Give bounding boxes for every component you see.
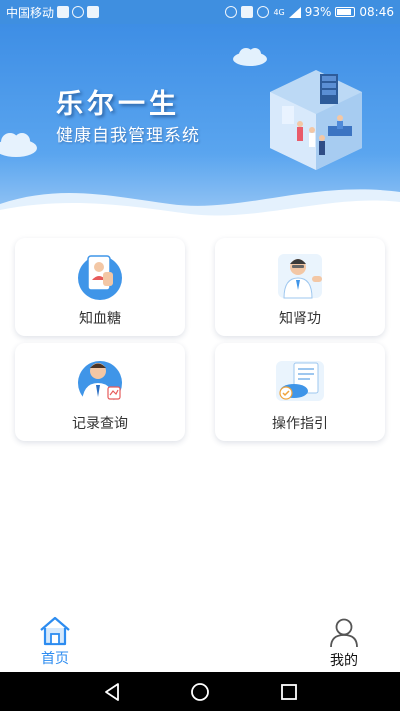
tab-home[interactable]: 首页 xyxy=(15,616,95,668)
app-subtitle: 健康自我管理系统 xyxy=(56,126,200,146)
record-icon xyxy=(78,361,122,405)
clock: 08:46 xyxy=(359,5,394,19)
cloud-icon xyxy=(233,48,267,66)
card-blood-sugar[interactable]: 知血糖 xyxy=(15,238,185,336)
battery-percent: 93% xyxy=(304,5,332,19)
list-notification-icon xyxy=(87,6,100,18)
doctor-icon xyxy=(278,254,322,299)
user-icon xyxy=(330,618,358,648)
hd-icon xyxy=(241,6,254,18)
carrier-label: 中国移动 xyxy=(6,5,55,20)
card-kidney-function[interactable]: 知肾功 xyxy=(215,238,385,336)
wave-divider xyxy=(0,189,400,224)
eye-icon xyxy=(257,6,270,18)
signal-icon xyxy=(288,6,301,18)
home-icon xyxy=(40,616,70,646)
hero-banner: 乐尔一生 健康自我管理系统 xyxy=(0,24,400,224)
system-navigation-bar xyxy=(0,672,400,711)
battery-icon xyxy=(335,7,356,17)
tab-label: 我的 xyxy=(330,653,358,669)
cloud-icon xyxy=(0,133,37,157)
recents-icon[interactable] xyxy=(277,680,301,704)
guide-icon xyxy=(276,361,324,401)
card-operation-guide[interactable]: 操作指引 xyxy=(215,343,385,441)
app-title: 乐尔一生 xyxy=(56,89,180,120)
blood-sugar-icon xyxy=(78,255,122,300)
back-icon[interactable] xyxy=(100,680,124,704)
alarm-icon xyxy=(225,6,238,18)
card-label: 记录查询 xyxy=(72,416,128,432)
card-label: 知肾功 xyxy=(279,311,321,327)
bottom-tab-bar: 首页 我的 xyxy=(0,612,400,672)
tab-mine[interactable]: 我的 xyxy=(304,616,384,670)
hospital-illustration-icon xyxy=(270,70,362,170)
tab-label: 首页 xyxy=(41,651,69,667)
card-label: 操作指引 xyxy=(272,416,328,432)
home-button-icon[interactable] xyxy=(188,680,212,704)
status-bar: 中国移动 4G 93% 08:46 xyxy=(0,0,400,24)
card-label: 知血糖 xyxy=(79,311,121,327)
network-label: 4G xyxy=(273,7,285,17)
notification-icon xyxy=(72,6,85,18)
app-notification-icon xyxy=(57,6,70,18)
card-record-query[interactable]: 记录查询 xyxy=(15,343,185,441)
